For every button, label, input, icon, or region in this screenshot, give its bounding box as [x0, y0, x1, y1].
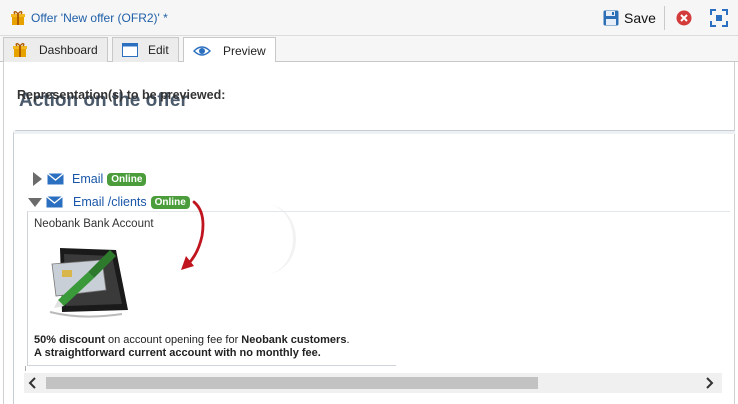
tree-item-email[interactable]: Email Online	[31, 172, 147, 186]
email-icon	[46, 196, 63, 208]
toolbar-separator	[664, 6, 665, 30]
tab-label: Preview	[223, 43, 266, 58]
offer-period: .	[346, 334, 350, 346]
eye-icon	[193, 45, 211, 56]
expand-arrow-icon[interactable]	[31, 172, 43, 186]
tab-preview[interactable]: Preview	[183, 37, 276, 63]
tab-label: Dashboard	[39, 43, 98, 57]
scroll-left-icon[interactable]	[26, 376, 40, 390]
window-titlebar: Offer 'New offer (OFR2)' * Save	[0, 0, 738, 36]
tab-label: Edit	[148, 43, 169, 57]
email-link[interactable]: Email	[72, 172, 103, 186]
offer-discount: 50% discount	[34, 334, 105, 346]
gift-icon	[13, 43, 27, 57]
preview-divider	[28, 365, 396, 366]
floppy-disk-icon	[603, 10, 619, 26]
window-icon	[122, 43, 138, 57]
tab-dashboard[interactable]: Dashboard	[3, 37, 108, 62]
offer-text: on account opening fee for	[104, 334, 242, 346]
offer-line-2: A straightforward current account with n…	[34, 347, 321, 359]
status-badge: Online	[107, 172, 147, 186]
save-button[interactable]: Save	[603, 7, 656, 29]
gift-icon	[11, 11, 25, 25]
wallet-pen-image	[49, 248, 128, 318]
annotation-arrow	[181, 200, 205, 270]
offer-preview: Neobank Bank Account 50% discount on acc…	[27, 211, 730, 366]
scroll-right-icon[interactable]	[702, 376, 716, 390]
tree-guide-line	[25, 366, 29, 371]
offer-audience: Neobank customers	[241, 334, 347, 346]
tab-bar: Dashboard Edit Preview	[0, 36, 738, 63]
representations-label: Representation(s) to be previewed:	[17, 88, 226, 102]
scrollbar-thumb[interactable]	[46, 377, 538, 389]
email-icon	[47, 173, 64, 185]
tab-edit[interactable]: Edit	[112, 37, 179, 62]
close-icon[interactable]	[676, 10, 692, 26]
fullscreen-icon[interactable]	[710, 9, 728, 27]
offer-line-1: 50% discount on account opening fee for …	[34, 334, 350, 346]
window-title: Offer 'New offer (OFR2)' *	[31, 11, 168, 25]
offer-title: Neobank Bank Account	[34, 218, 154, 230]
email-clients-link[interactable]: Email /clients	[73, 195, 147, 209]
tree-item-email-clients[interactable]: Email /clients Online	[28, 195, 190, 209]
save-label: Save	[624, 10, 656, 26]
collapse-arrow-icon[interactable]	[28, 196, 42, 208]
horizontal-scrollbar[interactable]	[24, 373, 722, 393]
